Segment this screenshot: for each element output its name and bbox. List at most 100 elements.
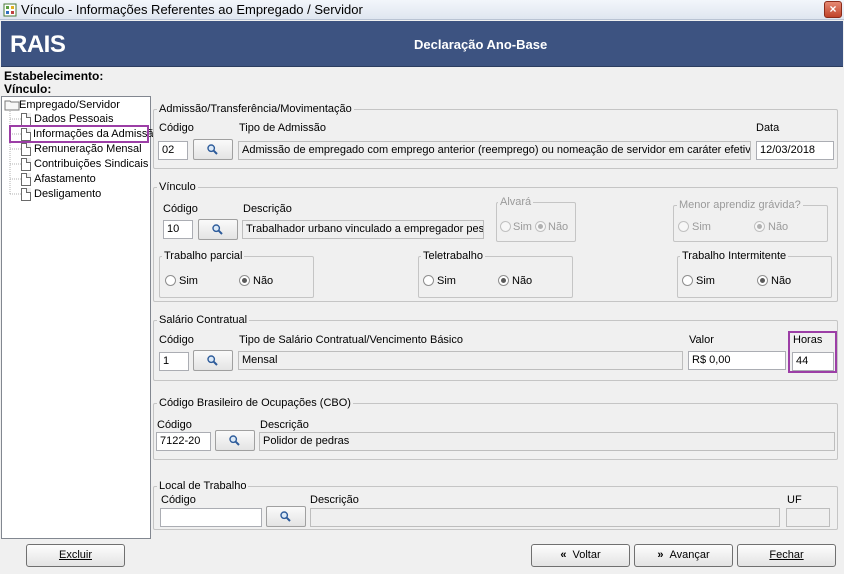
page-title: Declaração Ano-Base: [414, 37, 548, 52]
admissao-legend: Admissão/Transferência/Movimentação: [157, 103, 354, 115]
data-label: Data: [756, 122, 780, 134]
salario-codigo-field[interactable]: 1: [159, 352, 189, 371]
parcial-nao-radio[interactable]: [239, 275, 250, 286]
cbo-descricao-label: Descrição: [260, 419, 309, 431]
tree-item-contribuicoes-sindicais[interactable]: Contribuições Sindicais: [34, 157, 148, 171]
chevron-right-icon: »: [657, 549, 664, 561]
vinculo-descricao-field[interactable]: Trabalhador urbano vinculado a empregado…: [242, 220, 484, 239]
local-codigo-label: Código: [161, 494, 196, 506]
estabelecimento-label: Estabelecimento:: [4, 69, 104, 83]
search-icon: [280, 510, 291, 522]
document-icon: [21, 173, 31, 186]
menor-nao-label: Não: [768, 221, 789, 233]
intermitente-sim-radio[interactable]: [682, 275, 693, 286]
uf-label: UF: [787, 494, 802, 506]
search-icon: [207, 354, 218, 366]
title-bar: Vínculo - Informações Referentes ao Empr…: [0, 0, 844, 20]
local-trabalho-legend: Local de Trabalho: [157, 480, 249, 492]
vinculo-label: Vínculo:: [4, 82, 52, 96]
search-icon: [207, 143, 218, 155]
valor-label: Valor: [689, 334, 714, 346]
avancar-label: Avançar: [669, 549, 710, 561]
vinculo-legend: Vínculo: [157, 181, 198, 193]
document-icon: [21, 143, 31, 156]
teletrabalho-legend: Teletrabalho: [421, 250, 485, 262]
search-icon: [229, 434, 240, 446]
trabalho-intermitente-legend: Trabalho Intermitente: [680, 250, 789, 262]
menor-sim-radio[interactable]: [678, 221, 689, 232]
menor-sim-label: Sim: [692, 221, 711, 233]
document-icon: [21, 113, 31, 126]
parcial-sim-radio[interactable]: [165, 275, 176, 286]
tree-root-empregado[interactable]: Empregado/Servidor: [19, 98, 120, 112]
tele-sim-radio[interactable]: [423, 275, 434, 286]
parcial-nao-label: Não: [253, 275, 274, 287]
window-title: Vínculo - Informações Referentes ao Empr…: [21, 2, 363, 17]
tele-sim-label: Sim: [437, 275, 456, 287]
local-descricao-field[interactable]: [310, 508, 780, 527]
admissao-search-button[interactable]: [193, 139, 233, 160]
vinculo-descricao-label: Descrição: [243, 203, 292, 215]
local-search-button[interactable]: [266, 506, 306, 527]
admissao-codigo-field[interactable]: 02: [158, 141, 188, 160]
tree-item-afastamento[interactable]: Afastamento: [34, 172, 96, 186]
tipo-salario-label: Tipo de Salário Contratual/Vencimento Bá…: [239, 334, 463, 346]
parcial-sim-label: Sim: [179, 275, 198, 287]
avancar-button[interactable]: » Avançar: [634, 544, 733, 567]
vinculo-search-button[interactable]: [198, 219, 238, 240]
tree-item-informacoes-admissao[interactable]: Informações da Admissão: [9, 125, 160, 143]
admissao-group: [153, 109, 838, 169]
intermitente-sim-label: Sim: [696, 275, 715, 287]
cbo-descricao-field[interactable]: Polidor de pedras: [259, 432, 835, 451]
horas-label: Horas: [793, 334, 823, 346]
tele-nao-radio[interactable]: [498, 275, 509, 286]
intermitente-nao-radio[interactable]: [757, 275, 768, 286]
vinculo-codigo-label: Código: [163, 203, 198, 215]
alvara-legend: Alvará: [498, 196, 534, 208]
salario-codigo-label: Código: [159, 334, 194, 346]
tree-item-dados-pessoais[interactable]: Dados Pessoais: [34, 112, 114, 126]
chevron-left-icon: «: [560, 549, 567, 561]
tele-nao-label: Não: [512, 275, 533, 287]
tipo-admissao-label: Tipo de Admissão: [239, 122, 327, 134]
tipo-admissao-field[interactable]: Admissão de empregado com emprego anteri…: [238, 141, 751, 160]
app-icon: [3, 3, 17, 17]
fechar-button[interactable]: Fechar: [737, 544, 836, 567]
document-icon: [21, 188, 31, 201]
menor-aprendiz-legend: Menor aprendiz grávida?: [677, 199, 803, 211]
alvara-nao-label: Não: [548, 221, 569, 233]
tree-item-desligamento[interactable]: Desligamento: [34, 187, 101, 201]
voltar-button[interactable]: « Voltar: [531, 544, 630, 567]
admissao-codigo-label: Código: [159, 122, 194, 134]
tree-item-remuneracao-mensal[interactable]: Remuneração Mensal: [34, 142, 142, 156]
alvara-nao-radio[interactable]: [535, 221, 546, 232]
menor-nao-radio[interactable]: [754, 221, 765, 232]
search-icon: [212, 223, 223, 235]
navigation-tree: Empregado/Servidor Dados Pessoais Inform…: [1, 96, 160, 539]
vinculo-codigo-field[interactable]: 10: [163, 220, 193, 239]
rais-logo: RAIS: [10, 31, 66, 58]
folder-icon: [4, 100, 20, 111]
salario-legend: Salário Contratual: [157, 314, 250, 326]
cbo-codigo-field[interactable]: 7122-20: [156, 432, 211, 451]
trabalho-parcial-legend: Trabalho parcial: [162, 250, 245, 262]
horas-field[interactable]: 44: [792, 352, 834, 371]
excluir-button[interactable]: Excluir: [26, 544, 125, 567]
intermitente-nao-label: Não: [771, 275, 792, 287]
uf-field[interactable]: [786, 508, 830, 527]
close-button[interactable]: ×: [824, 1, 842, 18]
voltar-label: Voltar: [572, 549, 601, 561]
cbo-codigo-label: Código: [157, 419, 192, 431]
data-admissao-field[interactable]: 12/03/2018: [756, 141, 834, 160]
local-codigo-field[interactable]: [160, 508, 262, 527]
salario-search-button[interactable]: [193, 350, 233, 371]
cbo-search-button[interactable]: [215, 430, 255, 451]
cbo-legend: Código Brasileiro de Ocupações (CBO): [157, 397, 353, 409]
alvara-sim-radio[interactable]: [500, 221, 511, 232]
local-descricao-label: Descrição: [310, 494, 359, 506]
tipo-salario-field[interactable]: Mensal: [238, 351, 683, 370]
valor-field[interactable]: R$ 0,00: [688, 351, 786, 370]
app-header: RAIS Declaração Ano-Base: [1, 21, 843, 67]
excluir-label: Excluir: [58, 549, 92, 561]
alvara-sim-label: Sim: [513, 221, 532, 233]
